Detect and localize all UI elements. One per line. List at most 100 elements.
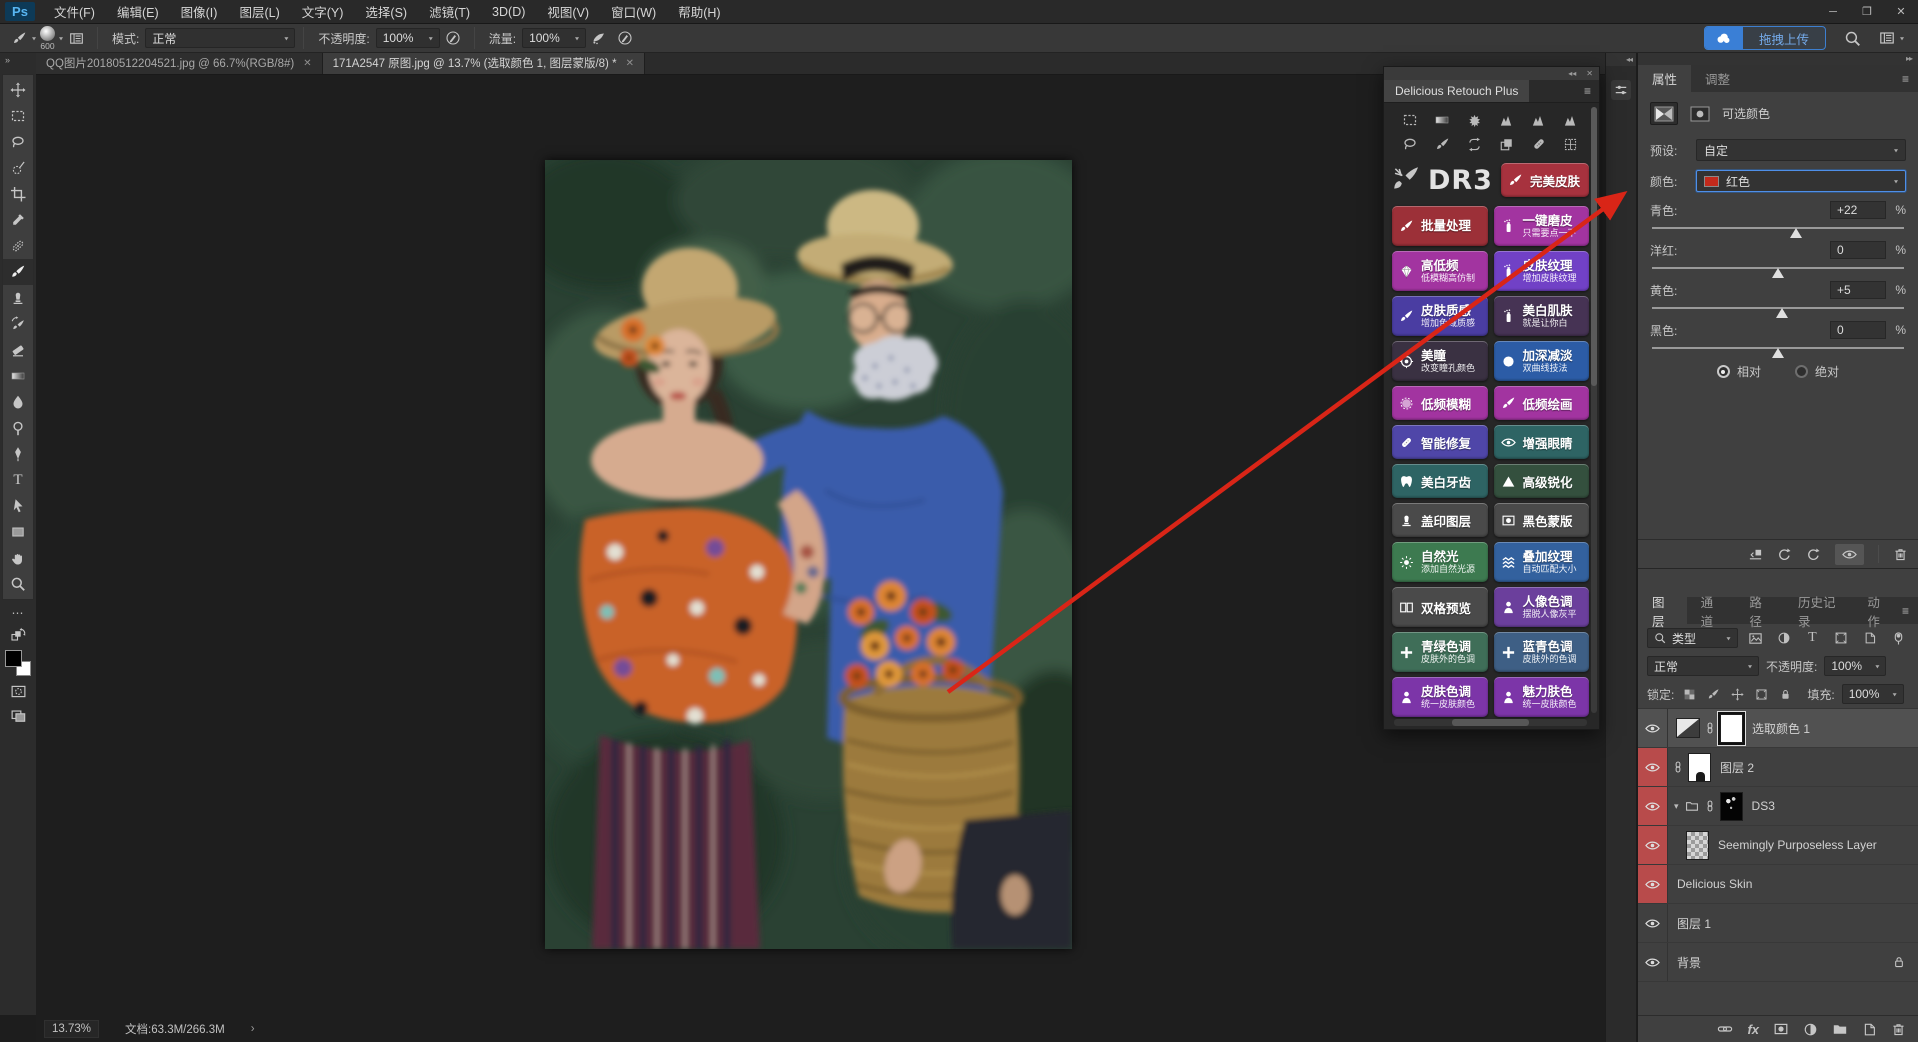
status-chevron[interactable]: › [251,1023,255,1035]
tab-close-icon[interactable]: ✕ [626,58,634,69]
tool-preset-picker[interactable] [6,27,32,49]
healing-brush-tool[interactable] [3,233,33,259]
quick-selection-tool[interactable] [3,155,33,181]
gradient-tool[interactable] [3,363,33,389]
tab-history[interactable]: 历史记录 [1784,597,1853,624]
panel-menu-icon[interactable]: ≡ [1902,604,1918,618]
layer-row-layer2[interactable]: 图层 2 [1638,748,1918,787]
document-tab-2[interactable]: 171A2547 原图.jpg @ 13.7% (选取颜色 1, 图层蒙版/8)… [323,52,645,74]
menu-view[interactable]: 视图(V) [536,0,600,24]
smart-repair-button[interactable]: 智能修复 [1392,425,1488,459]
splash-icon[interactable] [1458,111,1490,129]
screen-mode-button[interactable] [10,707,27,724]
foreground-color-swatch[interactable] [5,650,22,667]
menu-select[interactable]: 选择(S) [354,0,418,24]
menu-3d[interactable]: 3D(D) [481,0,536,24]
group-expand-chevron[interactable]: ▾ [1674,801,1679,812]
lock-artboard-icon[interactable] [1753,685,1770,703]
flow-select[interactable]: 100% ▾ [522,28,586,48]
lock-all-icon[interactable] [1777,685,1794,703]
tab-close-icon[interactable]: ✕ [303,58,311,69]
lasso-icon[interactable] [1394,135,1426,153]
menu-filter[interactable]: 滤镜(T) [418,0,481,24]
pen-tool[interactable] [3,441,33,467]
absolute-radio[interactable]: 绝对 [1795,363,1839,380]
layer-row-delicious-skin[interactable]: Delicious Skin [1638,865,1918,904]
teal-green-tone-button[interactable]: 青绿色调皮肤外的色调 [1392,632,1488,672]
minimize-button[interactable]: ─ [1816,0,1850,24]
link-layers-icon[interactable] [1717,1021,1733,1037]
shape-tool[interactable] [3,519,33,545]
panel-close-icon[interactable]: ✕ [1586,69,1593,78]
crop-tool[interactable] [3,181,33,207]
path-selection-tool[interactable] [3,493,33,519]
layer-name[interactable]: 图层 2 [1720,759,1754,776]
menu-help[interactable]: 帮助(H) [667,0,731,24]
document-tab-1[interactable]: QQ图片20180512204521.jpg @ 66.7%(RGB/8#) ✕ [36,52,323,74]
lock-position-icon[interactable] [1729,685,1746,703]
layer-visibility-eye[interactable] [1638,865,1668,903]
hand-tool[interactable] [3,545,33,571]
filter-type-icon[interactable]: T [1802,628,1824,648]
slider-value-field[interactable]: 0 [1830,321,1886,339]
menu-file[interactable]: 文件(F) [43,0,106,24]
whiten-teeth-button[interactable]: 美白牙齿 [1392,464,1488,498]
layer-visibility-eye[interactable] [1638,709,1668,747]
blur-tool[interactable] [3,389,33,415]
slider-thumb[interactable] [1772,268,1784,278]
canvas[interactable] [36,75,1605,1015]
histogram-icon[interactable] [1491,111,1523,129]
preset-select[interactable]: 自定 ▾ [1696,139,1906,161]
clip-to-layer-icon[interactable] [1748,547,1763,562]
natural-light-button[interactable]: 自然光添加自然光源 [1392,542,1488,582]
toolbar-expand-button[interactable]: » [0,52,36,68]
dock-collapse-icon[interactable]: ▸▸ [1638,52,1918,65]
menu-image[interactable]: 图像(I) [170,0,229,24]
reset-icon[interactable] [1806,547,1821,562]
selective-color-icon[interactable] [1650,102,1678,125]
dual-preview-button[interactable]: 双格预览 [1392,587,1488,627]
blue-cyan-tone-button[interactable]: 蓝青色调皮肤外的色调 [1494,632,1590,672]
layer-mask-thumbnail[interactable] [1720,714,1743,743]
tab-actions[interactable]: 动作 [1853,597,1902,624]
histogram-icon[interactable] [1523,111,1555,129]
layer-mask-icon[interactable] [1686,102,1714,125]
lock-transparency-icon[interactable] [1681,685,1698,703]
layers-icon[interactable] [1491,135,1523,153]
collapsed-properties-icon[interactable] [1611,80,1631,100]
delete-layer-icon[interactable] [1891,1022,1906,1037]
layer-thumbnail[interactable] [1686,831,1709,860]
layer-blend-mode-select[interactable]: 正常 ▾ [1647,656,1759,676]
eyedropper-tool[interactable] [3,207,33,233]
skin-quality-button[interactable]: 皮肤质感增加色域质感 [1392,296,1488,336]
edit-toolbar-button[interactable]: ⋯ [12,606,25,620]
layer-name[interactable]: DS3 [1752,799,1775,813]
pressure-size-toggle[interactable] [612,27,638,49]
one-click-smooth-button[interactable]: 一键磨皮只需要点一下 [1494,206,1590,246]
blend-mode-select[interactable]: 正常 ▾ [145,28,295,48]
panel-tab[interactable]: Delicious Retouch Plus [1384,80,1529,102]
filter-adjustment-icon[interactable] [1773,628,1795,648]
panel-collapse-icon[interactable]: ◂◂ [1568,69,1576,78]
vertical-scrollbar[interactable] [1591,107,1597,713]
layer-row-purposeless[interactable]: Seemingly Purposeless Layer [1638,826,1918,865]
type-tool[interactable]: T [3,467,33,493]
charm-skin-button[interactable]: 魅力肤色统一皮肤颜色 [1494,677,1590,717]
filter-toggle-pin[interactable] [1887,628,1909,648]
slider-thumb[interactable] [1776,308,1788,318]
brush-panel-toggle[interactable] [63,27,89,49]
close-button[interactable]: ✕ [1884,0,1918,24]
layer-row-background[interactable]: 背景 [1638,943,1918,982]
layer-row-layer1[interactable]: 图层 1 [1638,904,1918,943]
dodge-burn-button[interactable]: 加深减淡双曲线技法 [1494,341,1590,381]
view-previous-state-icon[interactable] [1777,547,1792,562]
layer-visibility-eye[interactable] [1638,826,1668,864]
slider-value-field[interactable]: +22 [1830,201,1886,219]
enhance-eyes-button[interactable]: 增强眼睛 [1494,425,1590,459]
clone-stamp-tool[interactable] [3,285,33,311]
layer-style-fx-icon[interactable]: fx [1747,1022,1759,1037]
netdisk-upload-badge[interactable]: 拖拽上传 [1704,26,1826,50]
workspace-switcher[interactable]: ▾ [1879,30,1904,46]
layer-fill-select[interactable]: 100% ▾ [1842,684,1904,704]
eye-color-button[interactable]: 美瞳改变瞳孔颜色 [1392,341,1488,381]
